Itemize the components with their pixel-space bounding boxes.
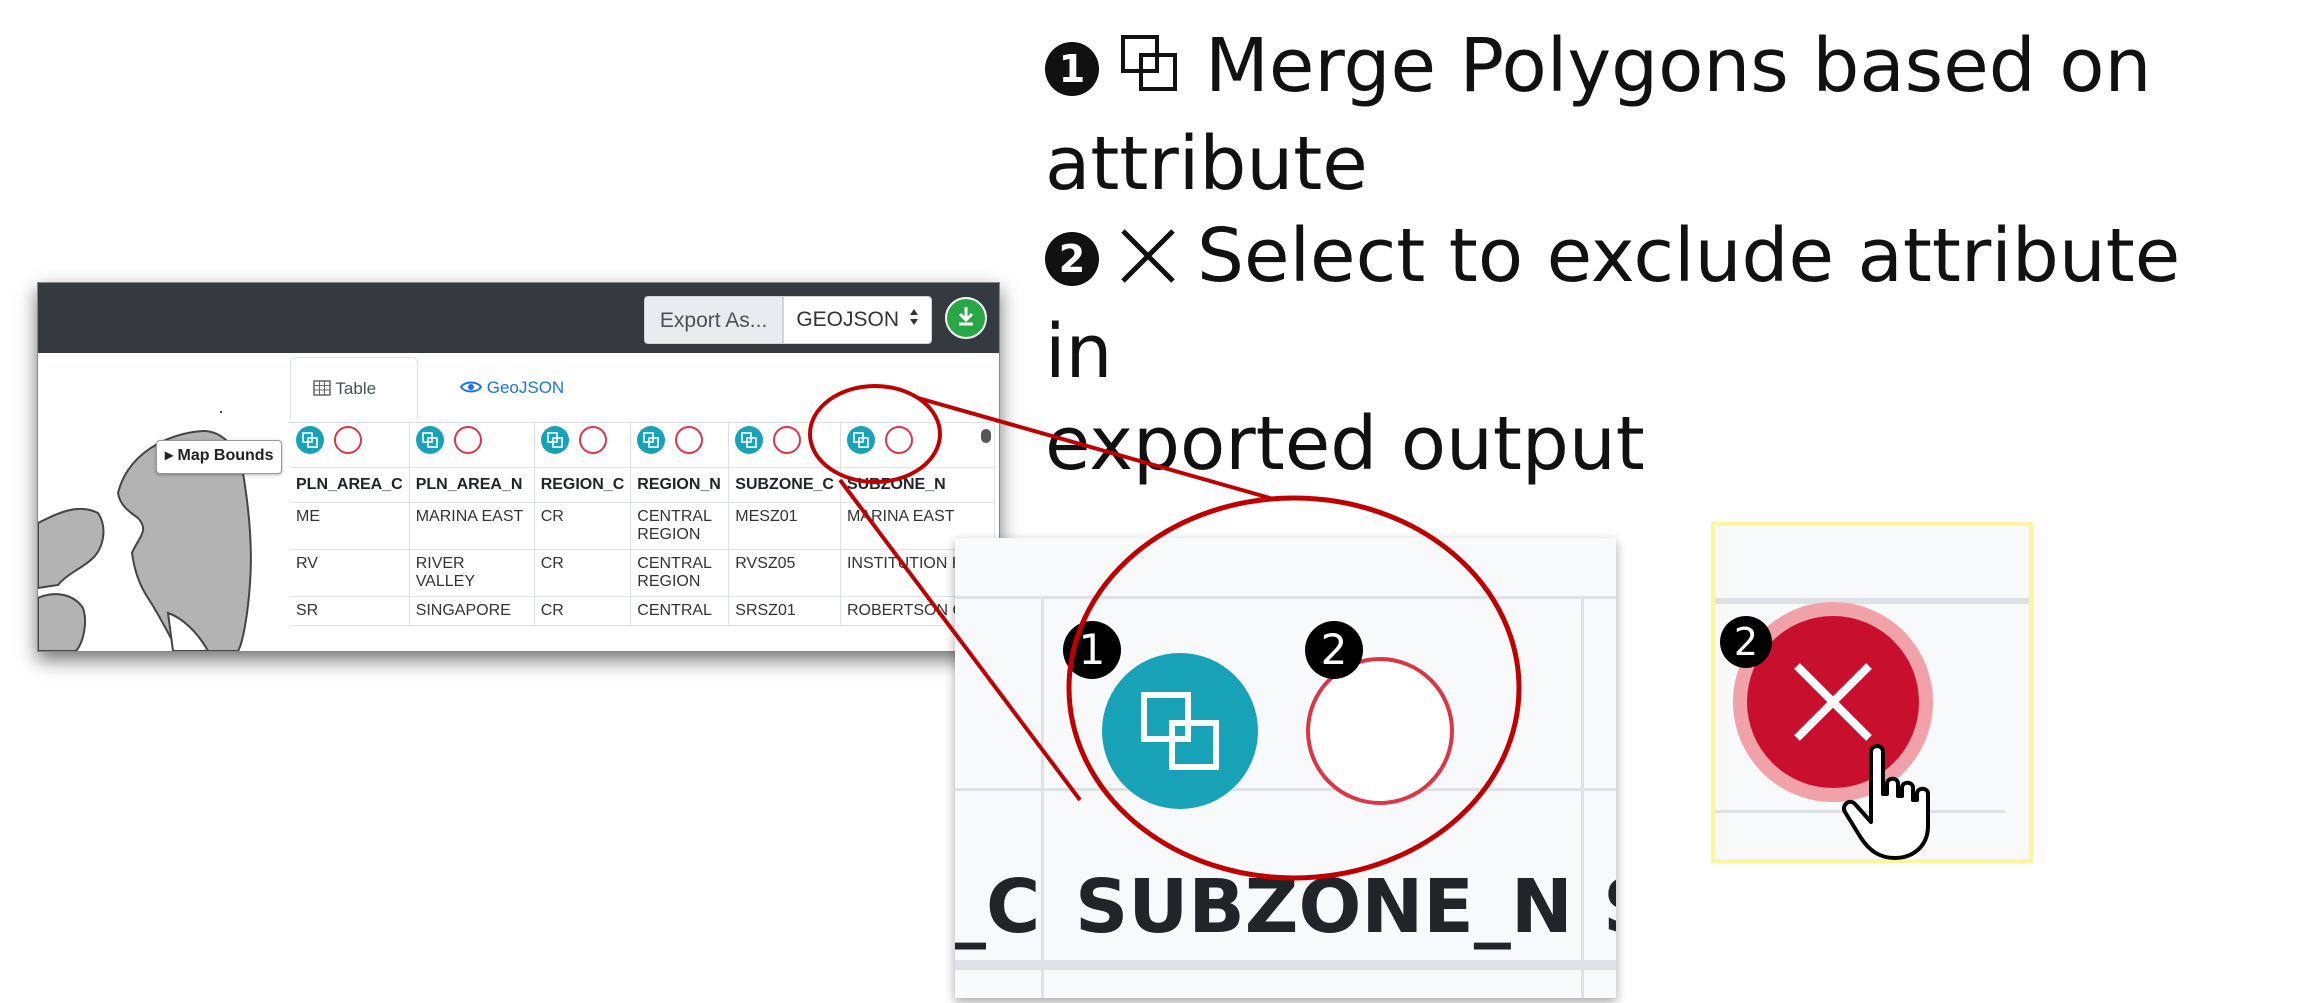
grid-icon xyxy=(313,379,331,398)
table-cell: CR xyxy=(534,502,632,550)
merge-button[interactable] xyxy=(735,426,764,454)
zoom-bottom-border xyxy=(955,960,1616,970)
exclude-button[interactable] xyxy=(773,426,802,454)
instruction-line-2-cont: exported output xyxy=(1045,401,1645,487)
table-row: RV RIVER VALLEY CR CENTRAL REGION RVSZ05… xyxy=(290,549,995,597)
attribute-table-panel: Table GeoJSON PLN_AREA_C PLN_AREA_N REGI… xyxy=(288,353,999,651)
column-header: REGION_N xyxy=(630,467,730,503)
zoom-callout-panel: _C SUBZONE_N S 1 2 xyxy=(955,538,1616,998)
column-header: PLN_AREA_N xyxy=(409,467,535,503)
table-cell: CENTRAL xyxy=(630,596,730,626)
exclude-button[interactable] xyxy=(578,426,607,454)
table-cell: RVSZ05 xyxy=(728,549,841,597)
table-cell: SINGAPORE xyxy=(409,596,535,626)
attribute-table: PLN_AREA_C PLN_AREA_N REGION_C REGION_N … xyxy=(290,421,995,626)
hand-cursor-icon xyxy=(1842,744,1930,860)
merge-button-zoomed[interactable] xyxy=(1102,653,1258,809)
instruction-line-1: 1 Merge Polygons based on xyxy=(1045,20,2265,118)
close-icon xyxy=(1119,214,1177,306)
merge-button[interactable] xyxy=(846,426,875,454)
map-view[interactable]: ▸ Map Bounds xyxy=(38,353,288,651)
tab-geojson[interactable]: GeoJSON xyxy=(438,357,586,419)
instruction-text-1: Merge Polygons based on xyxy=(1205,23,2152,109)
column-actions xyxy=(728,421,841,468)
table-cell: ME xyxy=(290,502,410,550)
table-cell: SRSZ01 xyxy=(728,596,841,626)
map-bounds-label: Map Bounds xyxy=(177,447,274,464)
zoom-top-border xyxy=(955,596,1616,599)
merge-icon xyxy=(1119,26,1183,118)
table-cell: SR xyxy=(290,596,410,626)
zoom-header-right: S xyxy=(1603,864,1616,950)
table-cell: RV xyxy=(290,549,410,597)
number-badge-2: 2 xyxy=(1045,232,1099,286)
download-icon xyxy=(956,305,976,331)
zoom-header-left: _C xyxy=(955,864,1041,950)
app-screenshot: Export As... GEOJSON ▸ Map Bounds Table xyxy=(37,282,1000,652)
merge-button[interactable] xyxy=(415,426,444,454)
table-cell: CENTRAL REGION xyxy=(630,549,730,597)
table-row: ME MARINA EAST CR CENTRAL REGION MESZ01 … xyxy=(290,502,995,550)
zoom-header-row: _C SUBZONE_N S xyxy=(955,828,1616,960)
column-actions xyxy=(409,421,535,468)
exclude-button[interactable] xyxy=(884,426,913,454)
column-actions xyxy=(290,421,410,468)
exclude-button[interactable] xyxy=(675,426,704,454)
merge-button[interactable] xyxy=(540,426,569,454)
header-row: PLN_AREA_C PLN_AREA_N REGION_C REGION_N … xyxy=(290,467,995,503)
top-toolbar: Export As... GEOJSON xyxy=(38,283,999,353)
table-cell: MESZ01 xyxy=(728,502,841,550)
merge-button[interactable] xyxy=(296,426,324,454)
exclude-button[interactable] xyxy=(334,426,362,454)
column-header: SUBZONE_N xyxy=(840,467,995,503)
eye-icon xyxy=(459,378,483,397)
table-cell: CENTRAL REGION xyxy=(630,502,730,550)
column-action-row xyxy=(290,421,995,468)
tab-table-label: Table xyxy=(335,379,377,398)
zoom-header-subzone: SUBZONE_N xyxy=(1075,864,1573,950)
exclude-button[interactable] xyxy=(453,426,482,454)
triangle-right-icon: ▸ xyxy=(165,447,174,464)
export-as-label: Export As... xyxy=(643,296,784,344)
tab-bar: Table GeoJSON xyxy=(288,357,999,423)
annotation-badge-1: 1 xyxy=(1063,621,1121,679)
exclude-button-zoomed[interactable] xyxy=(1306,657,1454,805)
table-cell: MARINA EAST xyxy=(409,502,535,550)
column-header: SUBZONE_C xyxy=(728,467,841,503)
hover-top-border xyxy=(1715,598,2029,604)
annotation-badge-2: 2 xyxy=(1720,616,1772,668)
table-cell: CR xyxy=(534,549,632,597)
column-header: REGION_C xyxy=(534,467,632,503)
map-land-shapes xyxy=(38,411,252,651)
download-button[interactable] xyxy=(945,297,987,339)
column-actions xyxy=(630,421,730,468)
column-actions xyxy=(840,421,995,468)
table-cell: CR xyxy=(534,596,632,626)
format-select[interactable]: GEOJSON xyxy=(783,296,932,344)
merge-icon xyxy=(1141,692,1219,770)
select-arrows-icon xyxy=(909,296,919,344)
annotation-badge-2: 2 xyxy=(1305,621,1363,679)
column-actions xyxy=(534,421,632,468)
instructions: 1 Merge Polygons based on attribute 2 Sele… xyxy=(1045,20,2265,490)
instruction-line-2: 2 Select to exclude attribute in xyxy=(1045,210,2265,398)
tab-table[interactable]: Table xyxy=(290,357,418,419)
table-row: SR SINGAPORE CR CENTRAL SRSZ01 ROBERTSON… xyxy=(290,596,995,626)
merge-button[interactable] xyxy=(637,426,666,454)
column-header: PLN_AREA_C xyxy=(290,467,410,503)
scrollbar-thumb[interactable] xyxy=(981,429,991,443)
tab-geojson-label: GeoJSON xyxy=(486,378,565,397)
instruction-line-1-cont: attribute xyxy=(1045,121,1368,207)
map-bounds-button[interactable]: ▸ Map Bounds xyxy=(156,440,283,474)
number-badge-1: 1 xyxy=(1045,42,1099,96)
export-group: Export As... GEOJSON xyxy=(643,296,932,344)
format-value: GEOJSON xyxy=(796,308,899,331)
hover-demo-panel: 2 xyxy=(1711,522,2033,863)
table-cell: RIVER VALLEY xyxy=(409,549,535,597)
instruction-text-2: Select to exclude attribute in xyxy=(1045,213,2181,395)
zoom-row-divider xyxy=(955,788,1616,791)
